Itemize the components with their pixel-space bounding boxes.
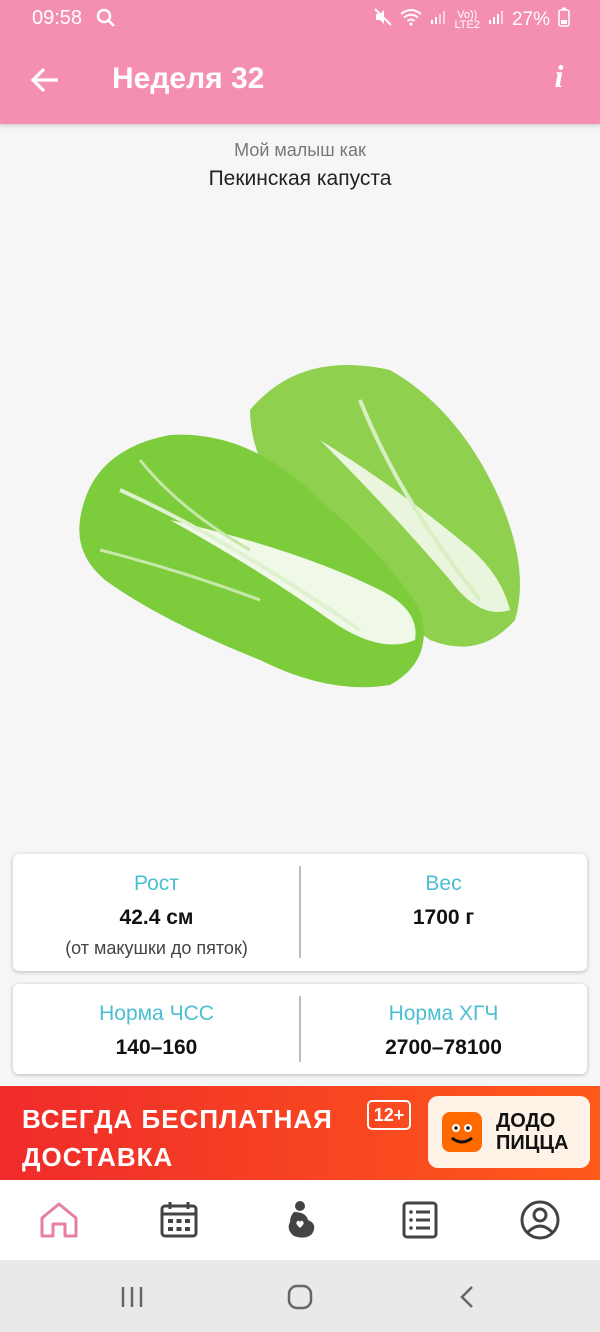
caption-comparison: Пекинская капуста <box>208 167 392 190</box>
nav-profile[interactable] <box>518 1198 562 1242</box>
pizza-logo-icon <box>442 1112 482 1152</box>
brand-line1: ДОДО <box>496 1110 556 1132</box>
signal-icon <box>488 9 504 31</box>
network-type: Vo)) LTE2 <box>454 9 480 31</box>
nav-pregnancy[interactable] <box>278 1198 322 1242</box>
height-stat: Рост 42.4 см (от макушки до пяток) <box>13 854 300 971</box>
wifi-icon <box>400 8 423 32</box>
age-rating-badge: 12+ <box>367 1100 411 1130</box>
height-label: Рост <box>134 872 179 895</box>
system-back-button[interactable] <box>453 1282 483 1312</box>
profile-icon <box>520 1200 560 1240</box>
heart-rate-label: Норма ЧСС <box>99 1002 214 1025</box>
size-caption: Мой малыш как Пекинская капуста <box>0 140 600 191</box>
info-button[interactable]: i <box>544 58 574 102</box>
app-bar: Неделя 32 i <box>0 36 600 124</box>
recent-apps-button[interactable] <box>117 1282 147 1312</box>
status-bar: 09:58 Vo)) LTE2 27% <box>0 0 600 36</box>
recent-apps-icon <box>121 1287 143 1307</box>
hcg-label: Норма ХГЧ <box>388 1002 499 1025</box>
home-button[interactable] <box>285 1282 315 1312</box>
home-icon <box>40 1202 78 1238</box>
ad-banner[interactable]: ВСЕГДА БЕСПЛАТНАЯ ДОСТАВКА 12+ ДОДО ПИЦЦ… <box>0 1086 600 1180</box>
norms-card: Норма ЧСС 140–160 Норма ХГЧ 2700–78100 <box>13 984 587 1074</box>
heart-rate-value: 140–160 <box>115 1036 198 1059</box>
battery-level: 27% <box>511 9 550 30</box>
nav-home[interactable] <box>37 1198 81 1242</box>
back-button[interactable] <box>26 60 66 100</box>
napa-cabbage-icon <box>60 340 540 710</box>
pregnancy-icon <box>288 1201 315 1238</box>
ad-headline: ВСЕГДА БЕСПЛАТНАЯ ДОСТАВКА <box>22 1104 333 1172</box>
nav-checklist[interactable] <box>398 1198 442 1242</box>
weight-stat: Вес 1700 г <box>300 854 587 971</box>
caption-intro: Мой малыш как <box>234 140 366 160</box>
calendar-icon <box>160 1202 198 1238</box>
hcg-value: 2700–78100 <box>385 1036 502 1059</box>
system-nav-bar <box>0 1260 600 1332</box>
chevron-left-icon <box>460 1286 473 1308</box>
search-icon <box>96 8 116 34</box>
growth-card: Рост 42.4 см (от макушки до пяток) Вес 1… <box>13 854 587 971</box>
home-circle-icon <box>287 1284 313 1310</box>
weight-label: Вес <box>425 872 462 895</box>
weight-value: 1700 г <box>412 906 475 929</box>
signal-icon <box>430 9 446 31</box>
brand-logo: ДОДО ПИЦЦА <box>428 1096 590 1168</box>
battery-icon <box>558 7 570 33</box>
height-value: 42.4 см <box>119 906 194 929</box>
arrow-left-icon <box>30 67 58 93</box>
status-time: 09:58 <box>32 7 83 29</box>
brand-line2: ПИЦЦА <box>496 1132 569 1154</box>
bottom-nav <box>0 1180 600 1260</box>
height-note: (от макушки до пяток) <box>65 938 248 958</box>
heart-rate-stat: Норма ЧСС 140–160 <box>13 984 300 1074</box>
hcg-stat: Норма ХГЧ 2700–78100 <box>300 984 587 1074</box>
nav-calendar[interactable] <box>157 1198 201 1242</box>
checklist-icon <box>402 1201 438 1239</box>
mute-icon <box>374 8 393 32</box>
page-title: Неделя 32 <box>112 62 265 95</box>
